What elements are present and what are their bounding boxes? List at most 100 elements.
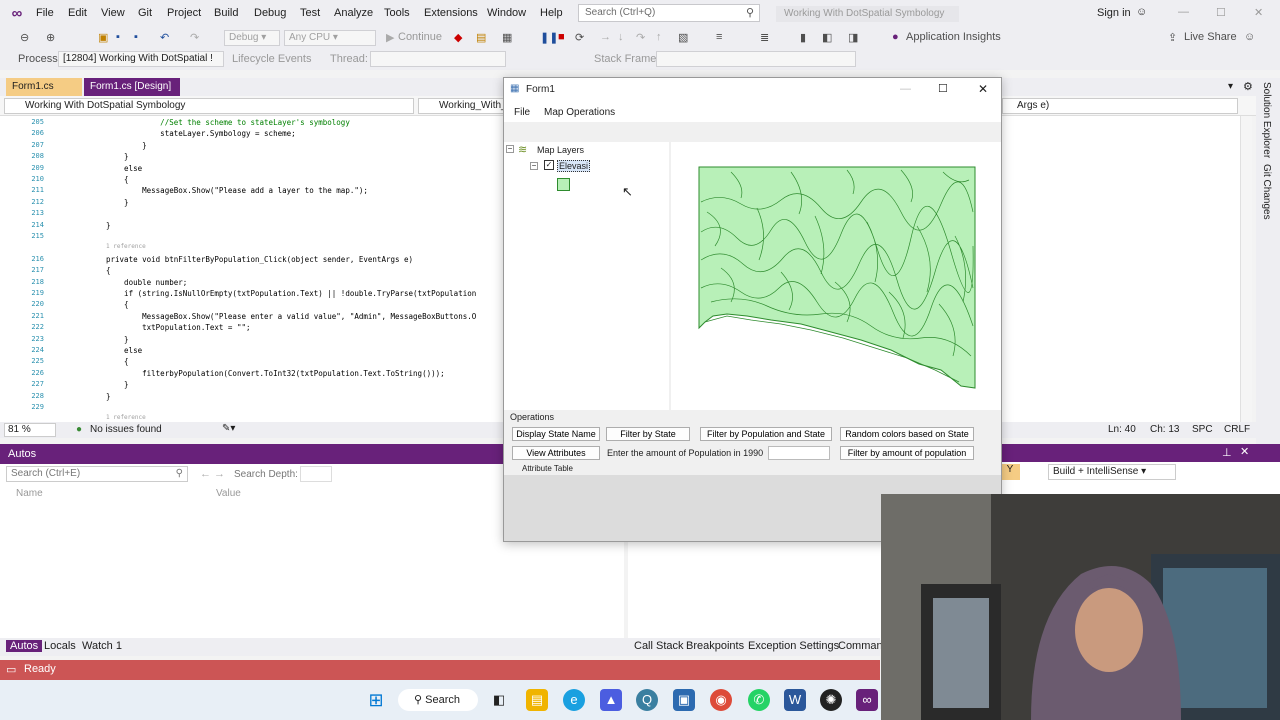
- map-control[interactable]: [671, 142, 1001, 410]
- menu-project[interactable]: Project: [167, 7, 201, 19]
- task-view-icon[interactable]: ◧: [488, 689, 510, 711]
- settings-gear-icon[interactable]: ⚙: [1243, 80, 1253, 93]
- autos-search-input[interactable]: Search (Ctrl+E) ⚲: [6, 466, 188, 482]
- step-into-icon[interactable]: ↓: [618, 31, 624, 43]
- zoom-dropdown[interactable]: 81 %: [4, 423, 56, 437]
- menu-analyze[interactable]: Analyze: [334, 7, 373, 19]
- store-icon[interactable]: ▣: [673, 689, 695, 711]
- form1-maximize-icon[interactable]: ☐: [938, 82, 948, 95]
- search-app-icon[interactable]: Q: [636, 689, 658, 711]
- chatgpt-icon[interactable]: ✺: [820, 689, 842, 711]
- filter-by-state-button[interactable]: Filter by State: [606, 427, 690, 441]
- process-dropdown[interactable]: [12804] Working With DotSpatial !: [58, 51, 224, 67]
- step-over-icon[interactable]: ↷: [636, 31, 645, 44]
- tab-autos[interactable]: Autos: [6, 640, 43, 652]
- continue-button[interactable]: Continue: [398, 31, 442, 43]
- filter-icon[interactable]: Y: [1000, 464, 1020, 480]
- menu-tools[interactable]: Tools: [384, 7, 410, 19]
- hex-icon[interactable]: ▧: [678, 31, 688, 44]
- save-icon[interactable]: ▪: [116, 31, 120, 43]
- restart-icon[interactable]: ⟳: [575, 31, 584, 44]
- bookmark-prev-icon[interactable]: ◧: [822, 31, 832, 44]
- edge-icon[interactable]: e: [563, 689, 585, 711]
- brush-icon[interactable]: ✎▾: [222, 423, 235, 434]
- save-all-icon[interactable]: ▪: [134, 31, 138, 43]
- tree-root-label[interactable]: Map Layers: [537, 145, 584, 155]
- comment-icon[interactable]: ≣: [760, 31, 769, 44]
- tab-exception-settings[interactable]: Exception Settings: [744, 640, 843, 652]
- display-state-name-button[interactable]: Display State Name: [512, 427, 600, 441]
- new-file-icon[interactable]: ▣: [98, 31, 108, 44]
- configuration-dropdown[interactable]: Debug ▾: [224, 30, 280, 46]
- pause-icon[interactable]: ❚❚: [540, 31, 558, 44]
- filter-by-population-and-state-button[interactable]: Filter by Population and State: [700, 427, 832, 441]
- visual-studio-icon[interactable]: ∞: [856, 689, 878, 711]
- continue-icon[interactable]: ▶: [386, 31, 394, 44]
- form1-menu-file[interactable]: File: [514, 107, 530, 118]
- layer-checkbox[interactable]: ✓: [544, 160, 554, 170]
- stack-frame-dropdown[interactable]: [656, 51, 856, 67]
- solution-explorer-tab[interactable]: Solution Explorer: [1261, 82, 1272, 158]
- power-automate-icon[interactable]: ▲: [600, 689, 622, 711]
- class-dropdown[interactable]: Working_With_: [418, 98, 504, 114]
- form1-minimize-icon[interactable]: —: [900, 83, 911, 95]
- form1-menu-map-operations[interactable]: Map Operations: [544, 107, 615, 118]
- menu-help[interactable]: Help: [540, 7, 563, 19]
- search-input[interactable]: Search (Ctrl+Q) ⚲: [578, 4, 760, 22]
- back-icon[interactable]: ⊖: [20, 31, 29, 44]
- population-input[interactable]: [768, 446, 830, 460]
- maximize-icon[interactable]: ☐: [1216, 6, 1226, 19]
- menu-build[interactable]: Build: [214, 7, 238, 19]
- search-back-icon[interactable]: ← →: [200, 468, 225, 480]
- member-dropdown[interactable]: Args e): [1002, 98, 1238, 114]
- chrome-icon[interactable]: ◉: [710, 689, 732, 711]
- lifecycle-events-button[interactable]: Lifecycle Events: [232, 53, 311, 65]
- app-insights-icon[interactable]: ●: [892, 31, 899, 43]
- live-share-icon[interactable]: ⇪: [1168, 31, 1177, 44]
- panel-close-icon[interactable]: ✕: [1240, 445, 1249, 458]
- forward-icon[interactable]: ⊕: [46, 31, 55, 44]
- step-out-icon[interactable]: ↑: [656, 31, 662, 43]
- menu-edit[interactable]: Edit: [68, 7, 87, 19]
- folder-icon[interactable]: ▤: [476, 31, 486, 44]
- word-icon[interactable]: W: [784, 689, 806, 711]
- collapse-icon[interactable]: −: [506, 145, 514, 153]
- bookmark-icon[interactable]: ▮: [800, 31, 806, 44]
- filter-by-amount-button[interactable]: Filter by amount of population: [840, 446, 974, 460]
- screenshot-icon[interactable]: ▦: [502, 31, 512, 44]
- tab-form1-design[interactable]: Form1.cs [Design]: [84, 78, 180, 96]
- show-next-statement-icon[interactable]: →: [600, 31, 611, 43]
- tab-call-stack[interactable]: Call Stack: [630, 640, 688, 652]
- tab-form1-cs[interactable]: Form1.cs: [6, 78, 82, 96]
- menu-git[interactable]: Git: [138, 7, 152, 19]
- reference-count[interactable]: 1 reference: [106, 243, 146, 250]
- tab-breakpoints[interactable]: Breakpoints: [682, 640, 748, 652]
- menu-view[interactable]: View: [101, 7, 125, 19]
- random-colors-button[interactable]: Random colors based on State: [840, 427, 974, 441]
- minimize-icon[interactable]: —: [1178, 6, 1189, 18]
- tab-overflow-icon[interactable]: ▾: [1228, 81, 1233, 92]
- redo-icon[interactable]: ↷: [190, 31, 199, 44]
- project-dropdown[interactable]: Working With DotSpatial Symbology: [4, 98, 414, 114]
- form1-close-icon[interactable]: ✕: [978, 82, 988, 96]
- menu-file[interactable]: File: [36, 7, 54, 19]
- platform-dropdown[interactable]: Any CPU ▾: [284, 30, 376, 46]
- whatsapp-icon[interactable]: ✆: [748, 689, 770, 711]
- account-icon[interactable]: ☺: [1136, 6, 1147, 18]
- view-attributes-button[interactable]: View Attributes: [512, 446, 600, 460]
- editor-scrollbar[interactable]: [1240, 116, 1252, 422]
- close-icon[interactable]: ✕: [1254, 6, 1263, 19]
- menu-debug[interactable]: Debug: [254, 7, 286, 19]
- menu-extensions[interactable]: Extensions: [424, 7, 478, 19]
- reference-count[interactable]: 1 reference: [106, 414, 146, 421]
- hot-reload-icon[interactable]: ◆: [454, 31, 462, 44]
- layer-collapse-icon[interactable]: −: [530, 162, 538, 170]
- live-share-button[interactable]: Live Share: [1184, 31, 1237, 43]
- tab-locals[interactable]: Locals: [40, 640, 80, 652]
- menu-test[interactable]: Test: [300, 7, 320, 19]
- app-insights-button[interactable]: Application Insights: [906, 31, 1001, 43]
- thread-dropdown[interactable]: [370, 51, 506, 67]
- git-changes-tab[interactable]: Git Changes: [1261, 164, 1272, 220]
- search-depth-dropdown[interactable]: [300, 466, 332, 482]
- feedback-icon[interactable]: ☺: [1244, 31, 1255, 43]
